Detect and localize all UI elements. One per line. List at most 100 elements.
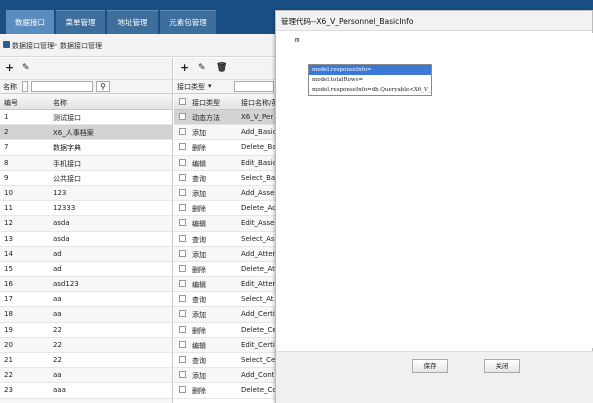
table-row[interactable]: 11 12333	[0, 201, 172, 217]
table-row[interactable]: 2 X6_人事档案	[0, 125, 172, 141]
row-id: 15	[4, 264, 13, 273]
row-checkbox[interactable]	[179, 264, 186, 272]
search-icon[interactable]: ⚲	[96, 81, 110, 92]
table-row[interactable]: 19 22	[0, 322, 172, 338]
table-row[interactable]: 1 测试接口	[0, 110, 172, 126]
table-row[interactable]: 9 公共接口	[0, 170, 172, 186]
nav-tab[interactable]: 菜单管理	[56, 10, 105, 34]
row-name: 22	[53, 340, 62, 349]
row-type: 添加	[192, 372, 206, 381]
row-id: 11	[4, 204, 13, 213]
row-checkbox[interactable]	[179, 188, 186, 196]
row-id: 18	[4, 310, 13, 319]
nav-tab[interactable]: 元素包管理	[160, 10, 216, 34]
table-row[interactable]: 14 ad	[0, 246, 172, 262]
dialog-title: 管理代码--X6_V_Personnel_BasicInfo	[276, 11, 592, 31]
save-button[interactable]: 保存	[412, 359, 448, 373]
breadcrumb-home[interactable]: 数据接口管理	[12, 41, 54, 51]
row-checkbox[interactable]	[179, 204, 186, 212]
row-checkbox[interactable]	[179, 325, 186, 333]
table-row[interactable]: 24aaa	[0, 398, 172, 403]
row-type: 编辑	[192, 281, 206, 290]
row-method-name: Delete_Ac	[241, 204, 277, 213]
code-editor[interactable]: m model.responseInfo= model.totalRows= mod…	[290, 33, 593, 348]
row-checkbox[interactable]	[179, 143, 186, 151]
table-row[interactable]: 20 22	[0, 337, 172, 353]
col-header-type[interactable]: 接口类型	[192, 98, 220, 108]
home-icon	[3, 41, 10, 48]
row-checkbox[interactable]	[179, 310, 186, 318]
table-row[interactable]: 7 数据字典	[0, 140, 172, 156]
table-row[interactable]: 17 aa	[0, 292, 172, 308]
left-table-header: 编号 名称	[0, 94, 172, 110]
row-method-name: Add_Atter	[241, 249, 276, 258]
plus-icon[interactable]: +	[5, 62, 14, 74]
row-checkbox[interactable]	[179, 295, 186, 303]
row-id: 14	[4, 249, 13, 258]
table-row[interactable]: 10 123	[0, 185, 172, 202]
filter-input[interactable]	[234, 81, 274, 92]
row-method-name: Edit_Certi	[241, 340, 275, 349]
row-checkbox[interactable]	[179, 280, 186, 288]
row-checkbox[interactable]	[179, 158, 186, 166]
row-checkbox[interactable]	[179, 113, 186, 120]
col-header-name[interactable]: 名称	[53, 98, 67, 108]
row-method-name: Add_Cont	[241, 371, 275, 380]
table-row[interactable]: 16 asd123	[0, 277, 172, 293]
col-header-method[interactable]: 接口名称/英	[241, 98, 278, 108]
row-checkbox[interactable]	[179, 128, 186, 136]
autocomplete-item[interactable]: model.totalRows=	[309, 75, 431, 85]
interface-list-panel: + ✎ 名称 ⚲ 编号 名称 1 测试接口 2 X6_人事档案 7 数据字典 8 手机接口 9 公…	[0, 58, 173, 403]
editor-text[interactable]: m	[295, 36, 299, 44]
row-checkbox[interactable]	[179, 249, 186, 257]
row-id: 12	[4, 219, 13, 228]
row-checkbox[interactable]	[179, 173, 186, 181]
search-input[interactable]	[31, 81, 93, 92]
select-all-checkbox[interactable]	[179, 98, 186, 105]
nav-tab[interactable]: 地址管理	[107, 10, 158, 34]
row-method-name: Add_Certi	[241, 310, 275, 319]
row-method-name: Delete_Ce	[241, 325, 277, 334]
row-name: 手机接口	[53, 159, 81, 168]
row-type: 查询	[192, 174, 206, 183]
row-checkbox[interactable]	[179, 371, 186, 379]
row-checkbox[interactable]	[179, 356, 186, 363]
search-field-dropdown[interactable]	[22, 81, 28, 92]
table-row[interactable]: 8 手机接口	[0, 155, 172, 171]
nav-tab[interactable]: 数据接口	[6, 10, 54, 34]
row-checkbox[interactable]	[179, 234, 186, 242]
pencil-icon[interactable]: ✎	[198, 62, 206, 74]
row-id: 17	[4, 295, 13, 304]
row-type: 查询	[192, 357, 206, 365]
row-method-name: Select_Ce	[241, 356, 276, 364]
row-id: 8	[4, 158, 9, 167]
table-row[interactable]: 21 22	[0, 353, 172, 369]
row-name: 测试接口	[53, 114, 81, 122]
table-row[interactable]: 13 asda	[0, 231, 172, 247]
table-row[interactable]: 12 asda	[0, 216, 172, 232]
row-checkbox[interactable]	[179, 386, 186, 394]
table-row[interactable]: 23 aaa	[0, 383, 172, 399]
col-header-id[interactable]: 编号	[4, 98, 18, 108]
chevron-down-icon[interactable]: ▾	[208, 82, 212, 90]
row-type: 删除	[192, 326, 206, 335]
trash-icon[interactable]: 🗑	[216, 62, 227, 74]
search-field-label: 名称	[3, 83, 17, 91]
row-method-name: Select_Ba	[241, 173, 276, 182]
table-row[interactable]: 22 aa	[0, 368, 172, 384]
row-checkbox[interactable]	[179, 340, 186, 348]
row-id: 22	[4, 371, 13, 380]
row-checkbox[interactable]	[179, 219, 186, 227]
autocomplete-item[interactable]: model.responseInfo=	[309, 65, 431, 75]
table-row[interactable]: 15 ad	[0, 261, 172, 278]
autocomplete-item[interactable]: model.responseInfo=db.Queryable<X6_V_Pe	[309, 85, 431, 95]
close-button[interactable]: 关闭	[484, 359, 520, 373]
filter-label[interactable]: 接口类型	[177, 82, 205, 92]
row-type: 编辑	[192, 159, 206, 168]
row-id: 16	[4, 280, 13, 289]
plus-icon[interactable]: +	[180, 62, 189, 74]
row-method-name: Edit_Atter	[241, 280, 276, 289]
row-id: 1	[4, 113, 9, 121]
pencil-icon[interactable]: ✎	[22, 62, 30, 74]
table-row[interactable]: 18 aa	[0, 307, 172, 323]
